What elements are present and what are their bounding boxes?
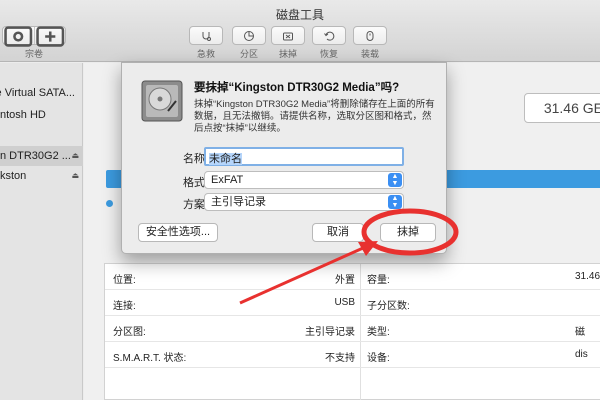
partition-label: 分区 — [239, 49, 258, 59]
sidebar-item-label: e Virtual SATA... — [0, 87, 75, 99]
eject-icon[interactable]: ⏏ — [71, 166, 79, 186]
table-row: 分区图: 主引导记录 类型: 磁 — [105, 316, 600, 342]
sidebar: e Virtual SATA... ntosh HD n DTR30G2 ...… — [0, 63, 83, 400]
scheme-value: 主引导记录 — [211, 196, 266, 208]
info-value: 磁 — [575, 327, 585, 338]
info-value: 主引导记录 — [305, 327, 355, 338]
info-value: 31.46 G — [575, 271, 600, 282]
info-key: 类型: — [367, 327, 390, 338]
first-aid-button[interactable] — [189, 26, 223, 45]
volume-icon[interactable] — [3, 26, 34, 47]
info-value: 外置 — [335, 275, 355, 286]
mount-label: 装载 — [360, 49, 379, 59]
partition-button[interactable] — [232, 26, 266, 45]
info-key: 设备: — [367, 353, 390, 364]
sidebar-item-label: ntosh HD — [0, 109, 46, 121]
capacity-display: 31.46 GE — [524, 93, 600, 123]
restore-button[interactable] — [312, 26, 346, 45]
pie-chart-icon — [244, 30, 254, 41]
security-options-button[interactable]: 安全性选项... — [138, 223, 218, 242]
sidebar-item-macintosh-hd[interactable]: ntosh HD — [0, 105, 83, 125]
sidebar-item-label: n DTR30G2 ... — [0, 150, 71, 162]
info-value: dis — [575, 349, 588, 360]
sidebar-item-kingston-volume[interactable]: kston ⏏ — [0, 166, 83, 186]
toolbar: 磁盘工具 宗卷 急救 分区 抹掉 恢复 装载 — [0, 0, 600, 62]
chevron-updown-icon: ▲ ▼ — [388, 173, 402, 187]
info-key: 分区图: — [113, 327, 146, 338]
info-key: 位置: — [113, 275, 136, 286]
name-label: 名称: — [182, 153, 208, 165]
sidebar-item-label: kston — [0, 170, 27, 182]
scheme-select[interactable]: 主引导记录 ▲ ▼ — [204, 193, 404, 211]
info-value: 不支持 — [325, 353, 355, 364]
restore-icon — [324, 31, 335, 41]
info-key: S.M.A.R.T. 状态: — [113, 353, 187, 364]
eject-icon[interactable]: ⏏ — [71, 146, 79, 166]
table-row: 位置: 外置 容量: 31.46 G — [105, 264, 600, 290]
mount-button[interactable] — [353, 26, 387, 45]
erase-button[interactable] — [271, 26, 305, 45]
name-field[interactable]: 未命名 — [204, 147, 404, 166]
info-key: 连接: — [113, 301, 136, 312]
sidebar-item-virtual-sata[interactable]: e Virtual SATA... — [0, 83, 83, 103]
erase-label: 抹掉 — [278, 49, 297, 59]
view-segment[interactable] — [2, 26, 66, 47]
sidebar-item-kingston-media[interactable]: n DTR30G2 ... ⏏ — [0, 146, 83, 166]
erase-icon — [283, 32, 293, 40]
info-key: 子分区数: — [367, 301, 410, 312]
chevron-updown-icon: ▲ ▼ — [388, 195, 402, 209]
volume-label: 宗卷 — [24, 49, 43, 59]
table-row: S.M.A.R.T. 状态: 不支持 设备: dis — [105, 342, 600, 368]
mount-icon — [366, 30, 374, 41]
confirm-erase-button[interactable]: 抹掉 — [380, 223, 436, 242]
restore-label: 恢复 — [319, 49, 338, 59]
stethoscope-icon — [202, 31, 211, 41]
format-select[interactable]: ExFAT ▲ ▼ — [204, 171, 404, 189]
info-value: USB — [334, 297, 355, 308]
name-value: 未命名 — [209, 153, 242, 165]
scheme-label: 方案: — [182, 199, 208, 211]
volume-plus-icon[interactable] — [33, 26, 66, 47]
erase-dialog: 要抹掉“Kingston DTR30G2 Media”吗? 抹掉“Kingsto… — [121, 62, 447, 254]
table-row: 连接: USB 子分区数: — [105, 290, 600, 316]
usage-legend-dot — [106, 200, 113, 207]
info-table: 位置: 外置 容量: 31.46 G 连接: USB 子分区数: 分区图: 主引… — [104, 263, 600, 400]
format-label: 格式: — [182, 177, 208, 189]
first-aid-label: 急救 — [196, 49, 215, 59]
dialog-title: 要抹掉“Kingston DTR30G2 Media”吗? — [194, 82, 400, 94]
window-title: 磁盘工具 — [275, 8, 324, 22]
dialog-description: 抹掉“Kingston DTR30G2 Media”将删除储存在上面的所有数据，… — [194, 99, 435, 134]
format-value: ExFAT — [211, 174, 244, 186]
info-key: 容量: — [367, 275, 390, 286]
hard-disk-icon — [141, 80, 183, 122]
cancel-button[interactable]: 取消 — [312, 223, 364, 242]
